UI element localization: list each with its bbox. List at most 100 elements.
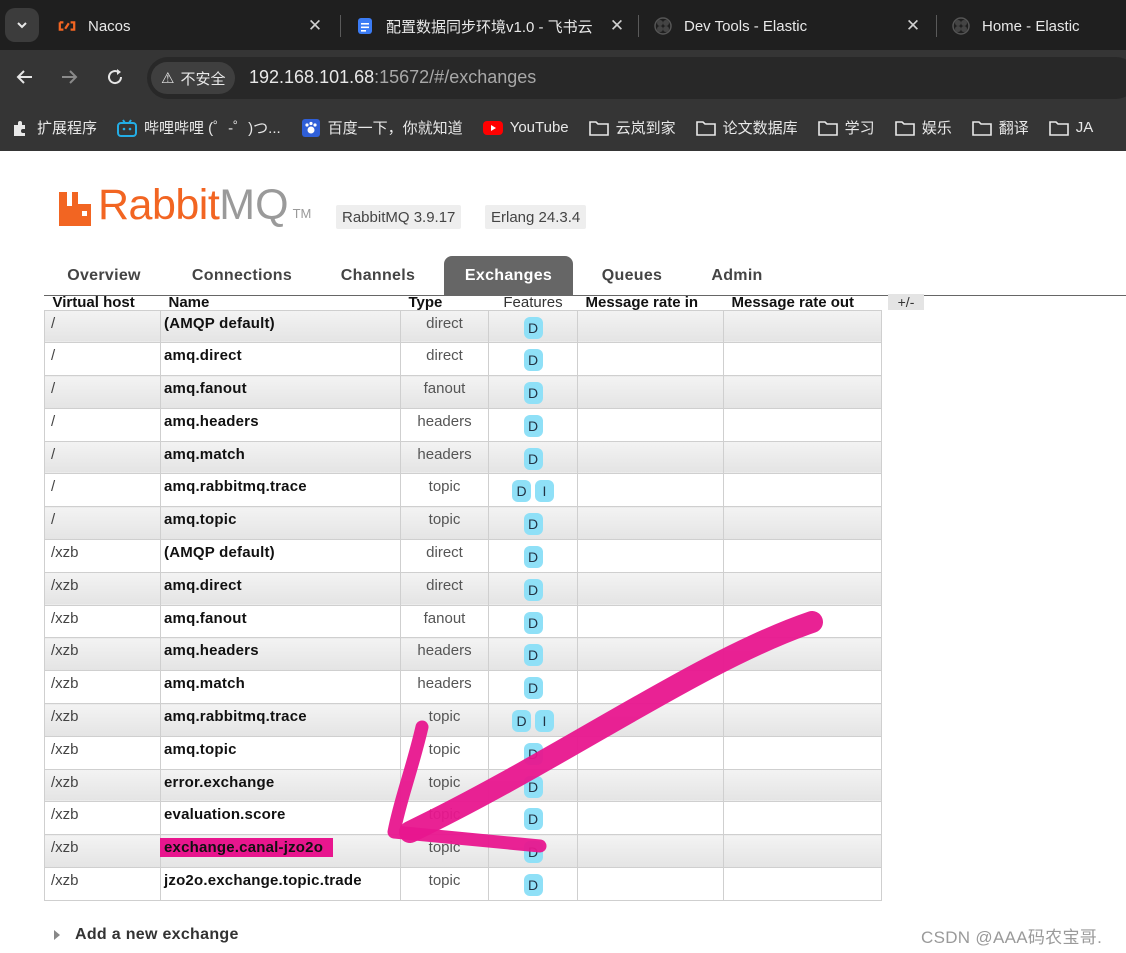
puzzle-icon xyxy=(10,119,30,137)
column-header-name[interactable]: Name xyxy=(161,296,401,310)
browser-tab-elastic-devtools[interactable]: Dev Tools - Elastic ✕ xyxy=(640,6,932,46)
exchange-name-link[interactable]: (AMQP default) xyxy=(164,315,275,332)
rate-out-cell xyxy=(723,703,882,737)
bookmark-extensions[interactable]: 扩展程序 xyxy=(10,117,97,138)
feishu-doc-icon xyxy=(356,17,374,35)
name-cell: jzo2o.exchange.topic.trade xyxy=(160,867,401,901)
durable-badge: D xyxy=(523,316,543,339)
vhost-cell: / xyxy=(44,342,161,377)
column-header-type[interactable]: Type xyxy=(401,296,489,310)
rate-out-cell xyxy=(723,473,882,508)
column-header-vhost[interactable]: Virtual host xyxy=(45,296,161,310)
rate-in-cell xyxy=(577,604,724,639)
rate-in-cell xyxy=(577,670,724,705)
bookmark-folder-papers[interactable]: 论文数据库 xyxy=(695,117,798,138)
bookmark-folder-yunlan[interactable]: 云岚到家 xyxy=(588,117,676,138)
name-cell: amq.direct xyxy=(160,342,401,377)
bookmark-label: JA xyxy=(1075,119,1094,136)
baidu-icon xyxy=(301,118,321,137)
exchange-name-link[interactable]: amq.headers xyxy=(164,413,259,430)
reload-button[interactable] xyxy=(99,61,131,93)
exchange-name-link[interactable]: exchange.canal-jzo2o xyxy=(160,838,334,858)
exchanges-table: Virtual host Name Type Features Message … xyxy=(44,296,882,901)
bookmark-folder-translate[interactable]: 翻译 xyxy=(971,117,1029,138)
rate-in-cell xyxy=(577,506,724,541)
url-text[interactable]: 192.168.101.68:15672/#/exchanges xyxy=(249,67,536,88)
vhost-cell: / xyxy=(44,309,161,344)
tab-exchanges[interactable]: Exchanges xyxy=(444,256,573,296)
exchange-name-link[interactable]: amq.headers xyxy=(164,642,259,659)
features-cell: D xyxy=(488,539,578,573)
vhost-cell: / xyxy=(44,375,161,409)
exchange-name-link[interactable]: amq.rabbitmq.trace xyxy=(164,478,307,495)
column-header-rate-out[interactable]: Message rate out xyxy=(724,296,882,310)
name-cell: evaluation.score xyxy=(160,801,401,836)
folder-icon xyxy=(1048,119,1069,137)
rate-in-cell xyxy=(577,539,724,573)
browser-tab-nacos[interactable]: Nacos ✕ xyxy=(44,6,334,46)
tab-search-button[interactable] xyxy=(5,8,39,42)
rate-in-cell xyxy=(577,867,724,901)
bookmark-baidu[interactable]: 百度一下，你就知道 xyxy=(301,117,463,138)
table-row: /xzb exchange.canal-jzo2o topic D xyxy=(44,834,882,869)
exchange-name-link[interactable]: amq.rabbitmq.trace xyxy=(164,708,307,725)
name-cell: error.exchange xyxy=(160,768,401,803)
exchange-name-link[interactable]: amq.direct xyxy=(164,347,242,364)
bookmark-label: 云岚到家 xyxy=(615,120,676,137)
exchange-name-link[interactable]: error.exchange xyxy=(164,774,274,791)
tab-admin[interactable]: Admin xyxy=(692,256,782,296)
add-exchange-toggle[interactable]: Add a new exchange xyxy=(54,926,239,944)
rate-in-cell xyxy=(577,309,724,344)
exchange-name-link[interactable]: (AMQP default) xyxy=(164,544,275,561)
table-row: / amq.rabbitmq.trace topic D I xyxy=(44,473,882,508)
rabbitmq-logo[interactable]: Rabbit MQ TM xyxy=(58,184,311,227)
type-cell: headers xyxy=(400,407,489,442)
bookmark-bilibili[interactable]: 哔哩哔哩 (゜-゜)つ... xyxy=(117,117,281,138)
exchange-name-link[interactable]: amq.match xyxy=(164,446,245,463)
features-cell: D xyxy=(488,801,578,836)
rate-in-cell xyxy=(577,473,724,508)
close-icon[interactable]: ✕ xyxy=(302,16,328,36)
bookmark-folder-ja[interactable]: JA xyxy=(1048,119,1094,137)
exchange-name-link[interactable]: evaluation.score xyxy=(164,806,286,823)
rate-out-cell xyxy=(723,539,882,573)
close-icon[interactable]: ✕ xyxy=(604,16,630,36)
security-indicator[interactable]: ⚠ 不安全 xyxy=(151,62,236,94)
exchange-name-link[interactable]: amq.topic xyxy=(164,741,237,758)
tab-overview[interactable]: Overview xyxy=(44,256,164,296)
column-header-features: Features xyxy=(503,296,563,310)
rate-in-cell xyxy=(577,571,724,606)
tab-separator xyxy=(340,15,341,37)
browser-tab-feishu[interactable]: 配置数据同步环境v1.0 - 飞书云 ✕ xyxy=(342,6,636,46)
bookmark-label: 娱乐 xyxy=(921,120,952,137)
vhost-cell: /xzb xyxy=(44,801,161,836)
rate-out-cell xyxy=(723,867,882,901)
address-bar[interactable]: ⚠ 不安全 192.168.101.68:15672/#/exchanges xyxy=(147,57,1126,99)
durable-badge: D xyxy=(523,349,543,372)
back-button[interactable] xyxy=(9,61,41,93)
durable-badge: D xyxy=(523,841,543,864)
forward-button[interactable] xyxy=(53,61,85,93)
bookmark-folder-entertainment[interactable]: 娱乐 xyxy=(894,117,952,138)
exchange-name-link[interactable]: jzo2o.exchange.topic.trade xyxy=(164,872,362,889)
browser-tab-elastic-home[interactable]: Home - Elastic xyxy=(938,6,1126,46)
exchange-name-link[interactable]: amq.topic xyxy=(164,511,237,528)
tab-queues[interactable]: Queues xyxy=(584,256,680,296)
column-toggle-button[interactable]: +/- xyxy=(888,294,924,310)
close-icon[interactable]: ✕ xyxy=(900,16,926,36)
exchange-name-link[interactable]: amq.direct xyxy=(164,577,242,594)
exchange-name-link[interactable]: amq.match xyxy=(164,675,245,692)
type-cell: direct xyxy=(400,309,489,344)
tab-channels[interactable]: Channels xyxy=(326,256,430,296)
bookmark-label: 扩展程序 xyxy=(37,120,98,137)
exchange-name-link[interactable]: amq.fanout xyxy=(164,610,247,627)
column-header-rate-in[interactable]: Message rate in xyxy=(578,296,724,310)
durable-badge: D xyxy=(523,414,543,437)
vhost-cell: /xzb xyxy=(44,604,161,639)
bookmark-youtube[interactable]: YouTube xyxy=(482,119,569,137)
type-cell: headers xyxy=(400,637,489,672)
tab-connections[interactable]: Connections xyxy=(174,256,310,296)
rate-in-cell xyxy=(577,801,724,836)
bookmark-folder-study[interactable]: 学习 xyxy=(817,117,875,138)
exchange-name-link[interactable]: amq.fanout xyxy=(164,380,247,397)
